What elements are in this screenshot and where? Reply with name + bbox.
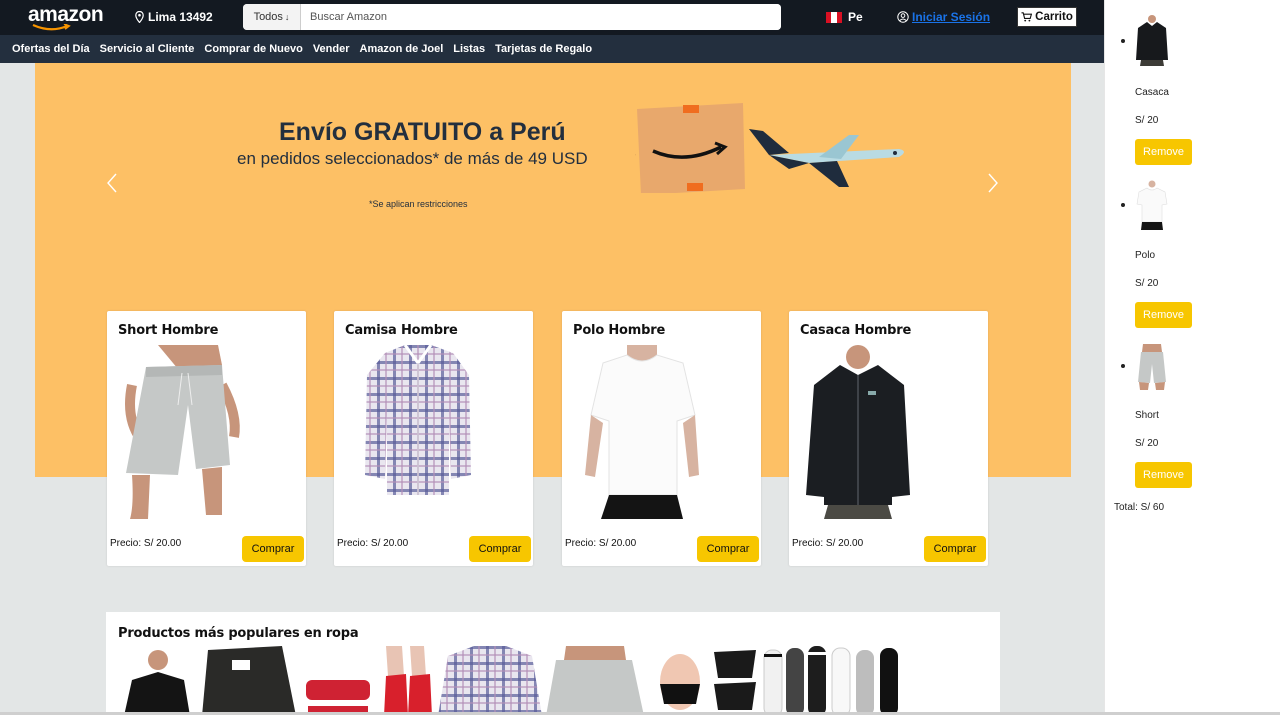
hero-subtitle: en pedidos seleccionados* de más de 49 U… xyxy=(237,149,588,168)
nav-item-tarjetas[interactable]: Tarjetas de Regalo xyxy=(495,43,592,55)
cart-total: Total: S/ 60 xyxy=(1114,502,1165,513)
location-label: Lima 13492 xyxy=(148,10,213,24)
shorts-thumbnail-small xyxy=(1138,344,1166,390)
popular-products-section: Productos más populares en ropa xyxy=(106,612,1000,715)
product-grid: Short Hombre Precio: S/ 20.00 Comprar Ca… xyxy=(107,311,989,566)
product-title: Polo Hombre xyxy=(573,323,666,338)
cart-item-name: Casaca xyxy=(1135,87,1169,98)
hero-title: Envío GRATUITO a Perú xyxy=(279,118,566,146)
product-price: Precio: S/ 20.00 xyxy=(565,538,637,549)
plaid-shirt-thumbnail[interactable] xyxy=(438,646,542,715)
signin-area: Iniciar Sesión xyxy=(897,10,990,24)
cart-label: Carrito xyxy=(1035,11,1073,23)
chevron-down-icon: ↓ xyxy=(284,12,290,22)
face-masks-image[interactable] xyxy=(712,646,758,715)
product-card: Casaca Hombre Precio: S/ 20.00 Comprar xyxy=(789,311,988,566)
amazon-smile-icon xyxy=(32,24,71,31)
hero-note: *Se aplican restricciones xyxy=(369,199,468,209)
nav-item-listas[interactable]: Listas xyxy=(453,43,485,55)
cart-item-price: S/ 20 xyxy=(1135,438,1159,449)
nav-item-servicio[interactable]: Servicio al Cliente xyxy=(100,43,195,55)
search-input[interactable] xyxy=(301,4,781,30)
search-category-select[interactable]: Todos ↓ xyxy=(243,4,301,30)
tshirt-thumbnail xyxy=(1136,180,1168,230)
main-content: amazon Lima 13492 Todos ↓ Pe xyxy=(0,0,1104,715)
popular-title: Productos más populares en ropa xyxy=(118,626,359,641)
cart-item-price: S/ 20 xyxy=(1135,115,1159,126)
nav-item-amazon-de-joel[interactable]: Amazon de Joel xyxy=(360,43,444,55)
product-title: Short Hombre xyxy=(118,323,219,338)
popular-products-row xyxy=(118,646,912,715)
buy-button[interactable]: Comprar xyxy=(242,536,304,562)
airplane-icon xyxy=(749,129,904,187)
product-price: Precio: S/ 20.00 xyxy=(110,538,182,549)
shorts-thumbnail[interactable] xyxy=(546,646,644,715)
plaid-shirt-image xyxy=(365,345,471,495)
location-pin-icon xyxy=(135,11,144,23)
carousel-prev-button[interactable] xyxy=(105,171,119,195)
nav-item-vender[interactable]: Vender xyxy=(313,43,350,55)
face-mask-model-image[interactable] xyxy=(648,646,708,715)
product-card: Camisa Hombre Precio: S/ 20.00 Comprar xyxy=(334,311,533,566)
tshirt-image xyxy=(585,345,699,519)
cargo-pants-image[interactable] xyxy=(202,646,298,715)
nav-item-comprar-de-nuevo[interactable]: Comprar de Nuevo xyxy=(204,43,302,55)
language-label: Pe xyxy=(848,10,863,24)
buy-button[interactable]: Comprar xyxy=(469,536,531,562)
cart-item-name: Short xyxy=(1135,410,1159,421)
product-title: Casaca Hombre xyxy=(800,323,912,338)
user-circle-icon xyxy=(897,11,909,23)
product-title: Camisa Hombre xyxy=(345,323,458,338)
package-icon xyxy=(635,103,745,193)
leg-warmers-image[interactable] xyxy=(380,646,434,715)
compression-sleeves-image[interactable] xyxy=(762,646,912,715)
buy-button[interactable]: Comprar xyxy=(924,536,986,562)
carousel-next-button[interactable] xyxy=(986,171,1000,195)
signin-link[interactable]: Iniciar Sesión xyxy=(912,10,990,24)
hoodie-image[interactable] xyxy=(118,646,198,715)
product-price: Precio: S/ 20.00 xyxy=(792,538,864,549)
remove-button[interactable]: Remove xyxy=(1135,139,1192,165)
jacket-thumbnail xyxy=(1136,15,1168,66)
cart-item-name: Polo xyxy=(1135,250,1156,261)
cart-item-price: S/ 20 xyxy=(1135,278,1159,289)
list-bullet xyxy=(1121,203,1125,207)
nav-bar: Ofertas del Día Servicio al Cliente Comp… xyxy=(0,35,1104,63)
list-bullet xyxy=(1121,39,1125,43)
list-bullet xyxy=(1121,364,1125,368)
delivery-location[interactable]: Lima 13492 xyxy=(135,10,213,24)
cart-icon xyxy=(1021,12,1033,22)
cart-sidebar: Casaca S/ 20 Remove Polo S/ 20 Remove Sh… xyxy=(1104,0,1280,715)
jacket-image xyxy=(806,345,910,519)
product-card: Polo Hombre Precio: S/ 20.00 Comprar xyxy=(562,311,761,566)
search-category-label: Todos xyxy=(253,11,283,23)
shorts-image xyxy=(125,345,240,519)
headband-image[interactable] xyxy=(302,646,376,715)
nav-item-ofertas[interactable]: Ofertas del Día xyxy=(12,43,90,55)
product-card: Short Hombre Precio: S/ 20.00 Comprar xyxy=(107,311,306,566)
remove-button[interactable]: Remove xyxy=(1135,462,1192,488)
peru-flag-icon xyxy=(826,11,842,23)
buy-button[interactable]: Comprar xyxy=(697,536,759,562)
product-price: Precio: S/ 20.00 xyxy=(337,538,409,549)
cart-button[interactable]: Carrito xyxy=(1017,7,1077,27)
language-selector[interactable]: Pe xyxy=(826,10,863,24)
top-header: amazon Lima 13492 Todos ↓ Pe xyxy=(0,0,1104,35)
search-bar: Todos ↓ xyxy=(243,4,781,30)
remove-button[interactable]: Remove xyxy=(1135,302,1192,328)
